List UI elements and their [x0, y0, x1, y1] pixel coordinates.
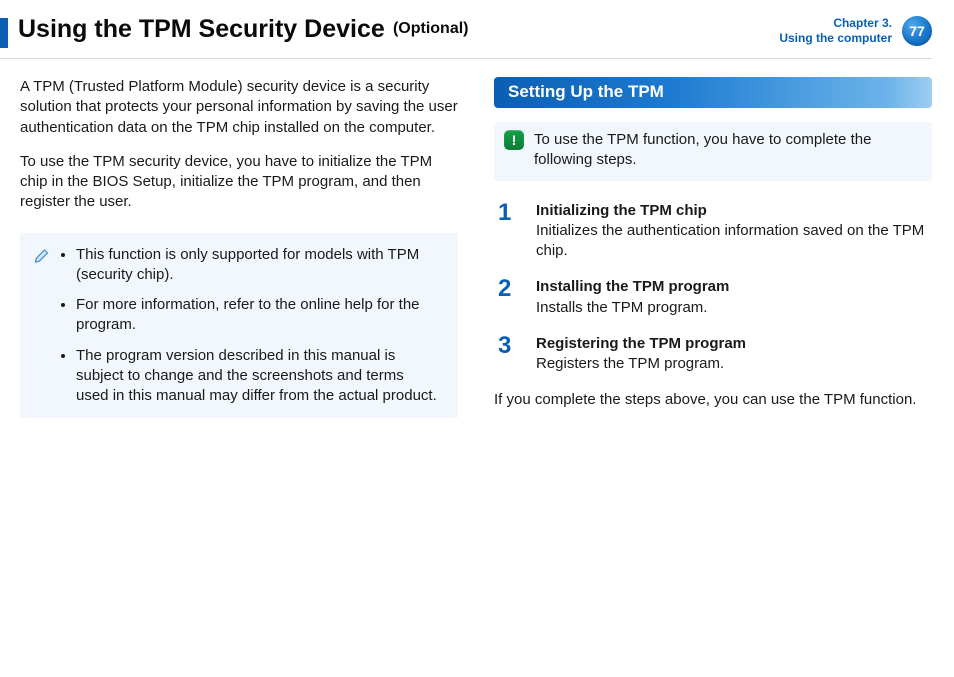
left-column: A TPM (Trusted Platform Module) security… — [20, 77, 458, 425]
step-number: 3 — [498, 334, 518, 375]
alert-box: ! To use the TPM function, you have to c… — [494, 122, 932, 181]
chapter-line2: Using the computer — [779, 31, 892, 46]
page-title: Using the TPM Security Device — [18, 15, 385, 43]
step-description: Installs the TPM program. — [536, 298, 932, 318]
closing-text: If you complete the steps above, you can… — [494, 390, 932, 410]
step: 3 Registering the TPM program Registers … — [494, 334, 932, 375]
intro-paragraph-1: A TPM (Trusted Platform Module) security… — [20, 77, 458, 138]
note-item: For more information, refer to the onlin… — [76, 295, 440, 336]
step-number: 2 — [498, 277, 518, 318]
page-number-badge: 77 — [902, 16, 932, 46]
note-item: This function is only supported for mode… — [76, 245, 440, 286]
chapter-line1: Chapter 3. — [779, 16, 892, 31]
step-description: Initializes the authentication informati… — [536, 221, 932, 262]
page-title-suffix: (Optional) — [393, 20, 469, 37]
alert-icon: ! — [504, 130, 524, 150]
note-icon — [34, 247, 52, 407]
step-description: Registers the TPM program. — [536, 354, 932, 374]
step-title: Initializing the TPM chip — [536, 201, 932, 221]
header-left: Using the TPM Security Device (Optional) — [0, 16, 469, 48]
step-body: Installing the TPM program Installs the … — [536, 277, 932, 318]
title-block: Using the TPM Security Device (Optional) — [18, 16, 469, 44]
section-heading: Setting Up the TPM — [494, 77, 932, 108]
step-body: Initializing the TPM chip Initializes th… — [536, 201, 932, 262]
note-box: This function is only supported for mode… — [20, 233, 458, 419]
header-right: Chapter 3. Using the computer 77 — [779, 16, 932, 46]
title-accent-bar — [0, 18, 8, 48]
step-number: 1 — [498, 201, 518, 262]
page-number: 77 — [909, 23, 925, 39]
step: 1 Initializing the TPM chip Initializes … — [494, 201, 932, 262]
right-column: Setting Up the TPM ! To use the TPM func… — [494, 77, 932, 425]
page-header: Using the TPM Security Device (Optional)… — [0, 16, 932, 59]
note-item: The program version described in this ma… — [76, 346, 440, 407]
note-list: This function is only supported for mode… — [62, 245, 440, 407]
step-title: Installing the TPM program — [536, 277, 932, 297]
alert-text: To use the TPM function, you have to com… — [534, 130, 918, 171]
step-body: Registering the TPM program Registers th… — [536, 334, 932, 375]
step: 2 Installing the TPM program Installs th… — [494, 277, 932, 318]
step-title: Registering the TPM program — [536, 334, 932, 354]
chapter-label: Chapter 3. Using the computer — [779, 16, 892, 46]
intro-paragraph-2: To use the TPM security device, you have… — [20, 152, 458, 213]
